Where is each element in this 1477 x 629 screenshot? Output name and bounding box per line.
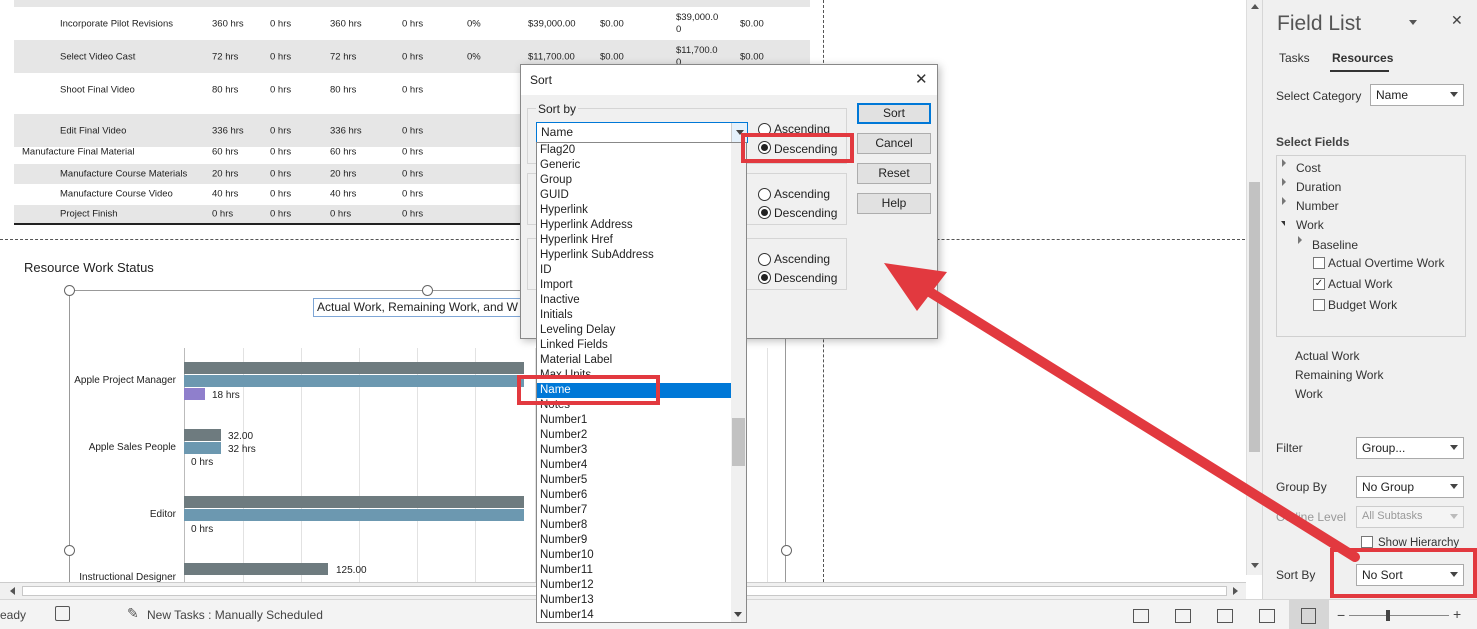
annotation-arrow <box>884 263 1360 562</box>
arrow-shaft <box>920 284 1360 562</box>
ms-project-window: { "table": { "rows": [ {"name":"Incorpor… <box>0 0 1477 629</box>
arrow-head-icon <box>884 263 947 311</box>
